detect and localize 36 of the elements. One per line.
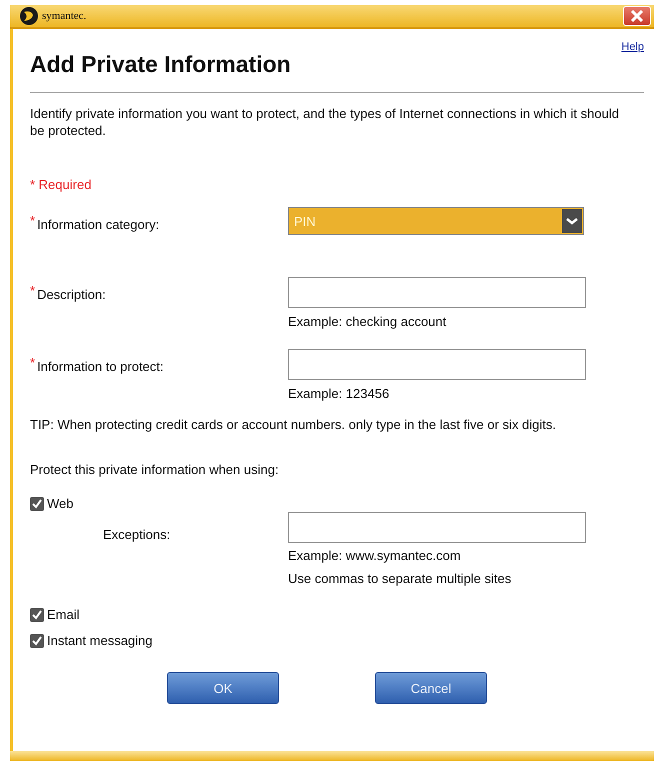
field-label: Description:: [37, 287, 106, 302]
checkmark-icon: [31, 634, 43, 646]
example-hint: Use commas to separate multiple sites: [288, 571, 512, 586]
text-field[interactable]: [288, 277, 586, 308]
checkbox[interactable]: [30, 496, 44, 510]
example-hint: Example: 123456: [288, 386, 390, 401]
dialog-button[interactable]: OK: [167, 672, 279, 704]
logo-icon: [18, 6, 40, 26]
checkmark-icon: [31, 608, 43, 620]
close-button[interactable]: [623, 6, 651, 26]
checkbox[interactable]: [30, 608, 44, 622]
checkbox[interactable]: [30, 634, 44, 648]
text-field[interactable]: [288, 349, 586, 380]
required-marker: *: [30, 283, 36, 298]
tip-text: TIP: When protecting credit cards or account numbers. only type in the last five or six digits.: [30, 416, 558, 433]
close-icon: [630, 10, 644, 22]
help-link[interactable]: Help: [621, 41, 644, 53]
required-note: * Required: [30, 177, 92, 192]
field-label: Information to protect:: [37, 359, 164, 374]
field-label: Exceptions:: [103, 527, 170, 542]
window-title: symantec.: [42, 10, 86, 22]
field-label: Information category:: [37, 217, 160, 232]
required-marker: *: [30, 213, 36, 228]
checkmark-icon: [31, 498, 43, 510]
text-field[interactable]: [288, 512, 586, 543]
example-hint: Example: www.symantec.com: [288, 548, 462, 563]
protect-label: Protect this private information when using:: [30, 462, 280, 477]
option-label: Web: [47, 496, 74, 511]
required-marker: *: [30, 355, 36, 370]
intro-text: Identify private information you want to protect, and the types of Internet connections in which it should be protected.: [30, 105, 620, 139]
dialog-heading: Add Private Information: [30, 51, 291, 79]
example-hint: Example: checking account: [288, 314, 448, 329]
dialog-button[interactable]: Cancel: [375, 672, 487, 704]
option-label: Email: [47, 607, 80, 622]
option-label: Instant messaging: [47, 633, 153, 648]
chevron-down-icon: [562, 209, 582, 233]
